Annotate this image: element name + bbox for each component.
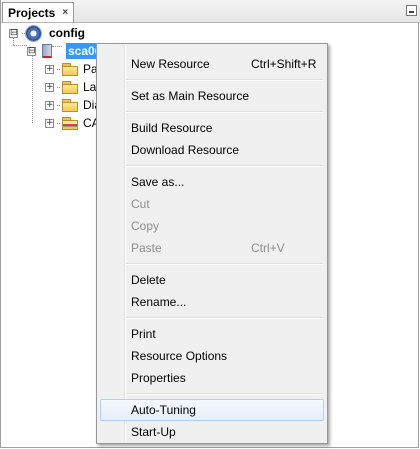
tree-connector xyxy=(57,122,60,124)
plc-resource-icon xyxy=(42,44,52,58)
tree-node-folder[interactable]: + Dia xyxy=(45,96,101,114)
menu-item-label: Download Resource xyxy=(131,143,240,157)
menu-item-label: Build Resource xyxy=(131,121,213,135)
menu-item-rename[interactable]: Rename... xyxy=(100,291,324,313)
menu-item-label: Paste xyxy=(131,241,162,255)
menu-separator xyxy=(126,79,323,81)
menu-item-start-up[interactable]: Start-Up xyxy=(100,421,324,443)
menu-item-download-resource[interactable]: Download Resource xyxy=(100,139,324,161)
menu-item-new-resource[interactable]: New Resource Ctrl+Shift+R xyxy=(100,53,324,75)
menu-item-label: Delete xyxy=(131,273,166,287)
tree-connector xyxy=(13,45,27,46)
tab-projects[interactable]: Projects × xyxy=(2,2,74,22)
tree-node-folder[interactable]: + Par xyxy=(45,60,102,78)
menu-item-label: Copy xyxy=(131,219,160,233)
tree-connector xyxy=(22,32,25,34)
tree-node-resource[interactable]: ⊟ sca06 xyxy=(27,42,104,60)
menu-separator xyxy=(126,393,323,395)
menu-item-build-resource[interactable]: Build Resource xyxy=(100,117,324,139)
menu-item-shortcut: Ctrl+V xyxy=(251,241,285,255)
expand-icon[interactable]: + xyxy=(45,64,54,74)
menu-separator xyxy=(126,317,323,319)
menu-item-label: Print xyxy=(131,327,156,341)
minimize-icon[interactable] xyxy=(406,5,417,16)
menu-item-resource-options[interactable]: Resource Options xyxy=(100,345,324,367)
menu-item-label: Properties xyxy=(131,371,186,385)
tab-title: Projects xyxy=(8,5,56,20)
menu-item-label: Resource Options xyxy=(131,349,228,363)
tree-connector xyxy=(57,86,60,88)
tree-connector xyxy=(32,55,33,123)
tab-close-icon[interactable]: × xyxy=(62,7,68,18)
context-menu: New Resource Ctrl+Shift+R Set as Main Re… xyxy=(96,43,328,444)
menu-item-label: Save as... xyxy=(131,175,185,189)
menu-item-label: Auto-Tuning xyxy=(131,403,196,417)
menu-item-print[interactable]: Print xyxy=(100,323,324,345)
menu-separator xyxy=(126,263,323,265)
tree-connector xyxy=(57,68,60,70)
menu-separator xyxy=(126,165,323,167)
folder-icon xyxy=(62,63,78,76)
menu-separator xyxy=(126,111,323,113)
tree-node-folder[interactable]: + Lad xyxy=(45,78,103,96)
tree-node-config[interactable]: ⊟ config xyxy=(9,24,85,42)
menu-item-shortcut: Ctrl+Shift+R xyxy=(251,57,317,71)
expand-icon[interactable]: + xyxy=(45,100,54,110)
menu-item-label: New Resource xyxy=(131,57,210,71)
menu-item-delete[interactable]: Delete xyxy=(100,269,324,291)
tree-node-folder[interactable]: + CA xyxy=(45,114,100,132)
menu-item-label: Rename... xyxy=(131,295,187,309)
menu-item-auto-tuning[interactable]: Auto-Tuning xyxy=(100,399,324,421)
collapse-icon[interactable]: ⊟ xyxy=(9,28,18,38)
folder-icon xyxy=(62,99,78,112)
expand-icon[interactable]: + xyxy=(45,82,54,92)
panel-titlebar: Projects × xyxy=(1,0,420,23)
config-gear-icon xyxy=(26,25,41,41)
menu-item-properties[interactable]: Properties xyxy=(100,367,324,389)
folder-icon xyxy=(62,81,78,94)
menu-item-label: Cut xyxy=(131,197,150,211)
expand-icon[interactable]: + xyxy=(45,118,54,128)
menu-item-copy[interactable]: Copy xyxy=(100,215,324,237)
menu-item-paste[interactable]: Paste Ctrl+V xyxy=(100,237,324,259)
menu-item-set-main-resource[interactable]: Set as Main Resource xyxy=(100,85,324,107)
menu-item-label: Set as Main Resource xyxy=(131,89,250,103)
menu-item-save-as[interactable]: Save as... xyxy=(100,171,324,193)
tree-node-label: config xyxy=(49,26,85,40)
tree-connector xyxy=(57,104,60,106)
ca-folder-icon xyxy=(62,117,78,130)
collapse-icon[interactable]: ⊟ xyxy=(27,46,36,56)
menu-item-cut[interactable]: Cut xyxy=(100,193,324,215)
menu-item-label: Start-Up xyxy=(131,425,176,439)
